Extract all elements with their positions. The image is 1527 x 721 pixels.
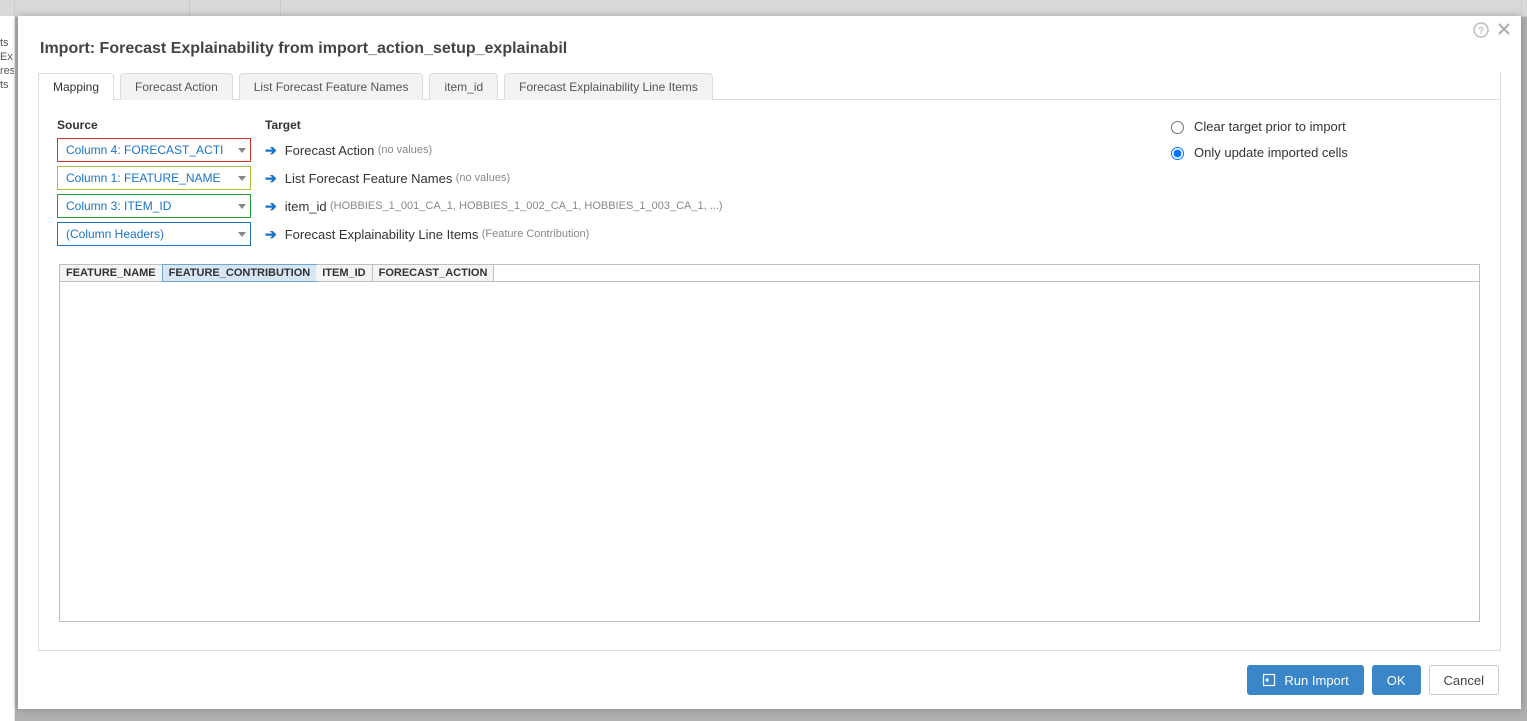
select-value: Column 4: FORECAST_ACTI	[66, 143, 223, 157]
radio-clear-target[interactable]	[1171, 121, 1184, 134]
help-icon[interactable]: ?	[1473, 22, 1489, 38]
radio-label: Clear target prior to import	[1194, 119, 1346, 134]
target-label: Forecast Action	[285, 143, 375, 158]
arrow-right-icon: ➔	[265, 226, 277, 243]
select-value: Column 3: ITEM_ID	[66, 199, 171, 213]
chevron-down-icon	[238, 148, 246, 153]
background-side-text: ts Ex res ts	[0, 16, 15, 721]
mapping-row: (Column Headers) ➔ Forecast Explainabili…	[57, 222, 877, 246]
preview-column-item-id[interactable]: ITEM_ID	[316, 265, 372, 281]
chevron-down-icon	[238, 204, 246, 209]
source-select-feature-name[interactable]: Column 1: FEATURE_NAME	[57, 166, 251, 190]
source-select-item-id[interactable]: Column 3: ITEM_ID	[57, 194, 251, 218]
source-select-forecast-action[interactable]: Column 4: FORECAST_ACTI	[57, 138, 251, 162]
preview-column-feature-name[interactable]: FEATURE_NAME	[60, 265, 163, 281]
preview-column-feature-contribution[interactable]: FEATURE_CONTRIBUTION	[162, 264, 318, 282]
button-label: Run Import	[1284, 673, 1348, 688]
button-label: Cancel	[1444, 673, 1484, 688]
arrow-right-icon: ➔	[265, 198, 277, 215]
tab-explainability-line-items[interactable]: Forecast Explainability Line Items	[504, 73, 713, 100]
arrow-right-icon: ➔	[265, 142, 277, 159]
chevron-down-icon	[238, 232, 246, 237]
mapping-panel: Mapping Forecast Action List Forecast Fe…	[38, 72, 1501, 651]
radio-only-update[interactable]	[1171, 147, 1184, 160]
preview-grid[interactable]: FEATURE_NAME FEATURE_CONTRIBUTION ITEM_I…	[59, 264, 1480, 622]
radio-label: Only update imported cells	[1194, 145, 1348, 160]
target-hint: (HOBBIES_1_001_CA_1, HOBBIES_1_002_CA_1,…	[330, 200, 723, 212]
mapping-row: Column 4: FORECAST_ACTI ➔ Forecast Actio…	[57, 138, 877, 162]
chevron-down-icon	[238, 176, 246, 181]
select-value: (Column Headers)	[66, 227, 164, 241]
mapping-row: Column 1: FEATURE_NAME ➔ List Forecast F…	[57, 166, 877, 190]
run-import-button[interactable]: Run Import	[1247, 665, 1363, 695]
cancel-button[interactable]: Cancel	[1429, 665, 1499, 695]
background-header-strip	[0, 0, 1527, 17]
mapping-row: Column 3: ITEM_ID ➔ item_id (HOBBIES_1_0…	[57, 194, 877, 218]
close-icon[interactable]	[1497, 22, 1511, 38]
tab-list-feature-names[interactable]: List Forecast Feature Names	[239, 73, 424, 100]
tab-item-id[interactable]: item_id	[429, 73, 498, 100]
tab-forecast-action[interactable]: Forecast Action	[120, 73, 233, 100]
arrow-right-icon: ➔	[265, 170, 277, 187]
source-select-column-headers[interactable]: (Column Headers)	[57, 222, 251, 246]
import-icon	[1262, 673, 1276, 687]
tab-mapping[interactable]: Mapping	[38, 73, 114, 100]
modal-title: Import: Forecast Explainability from imp…	[18, 16, 1521, 72]
target-hint: (Feature Contribution)	[482, 228, 590, 240]
ok-button[interactable]: OK	[1372, 665, 1421, 695]
tab-bar: Mapping Forecast Action List Forecast Fe…	[38, 72, 1499, 100]
target-header: Target	[265, 118, 301, 132]
target-label: Forecast Explainability Line Items	[285, 227, 479, 242]
target-hint: (no values)	[378, 144, 432, 156]
target-label: item_id	[285, 199, 327, 214]
preview-column-forecast-action[interactable]: FORECAST_ACTION	[373, 265, 495, 281]
target-label: List Forecast Feature Names	[285, 171, 453, 186]
button-label: OK	[1387, 673, 1406, 688]
target-hint: (no values)	[456, 172, 510, 184]
svg-text:?: ?	[1478, 26, 1484, 37]
import-modal: ? Import: Forecast Explainability from i…	[18, 16, 1521, 709]
select-value: Column 1: FEATURE_NAME	[66, 171, 220, 185]
source-header: Source	[57, 118, 265, 132]
